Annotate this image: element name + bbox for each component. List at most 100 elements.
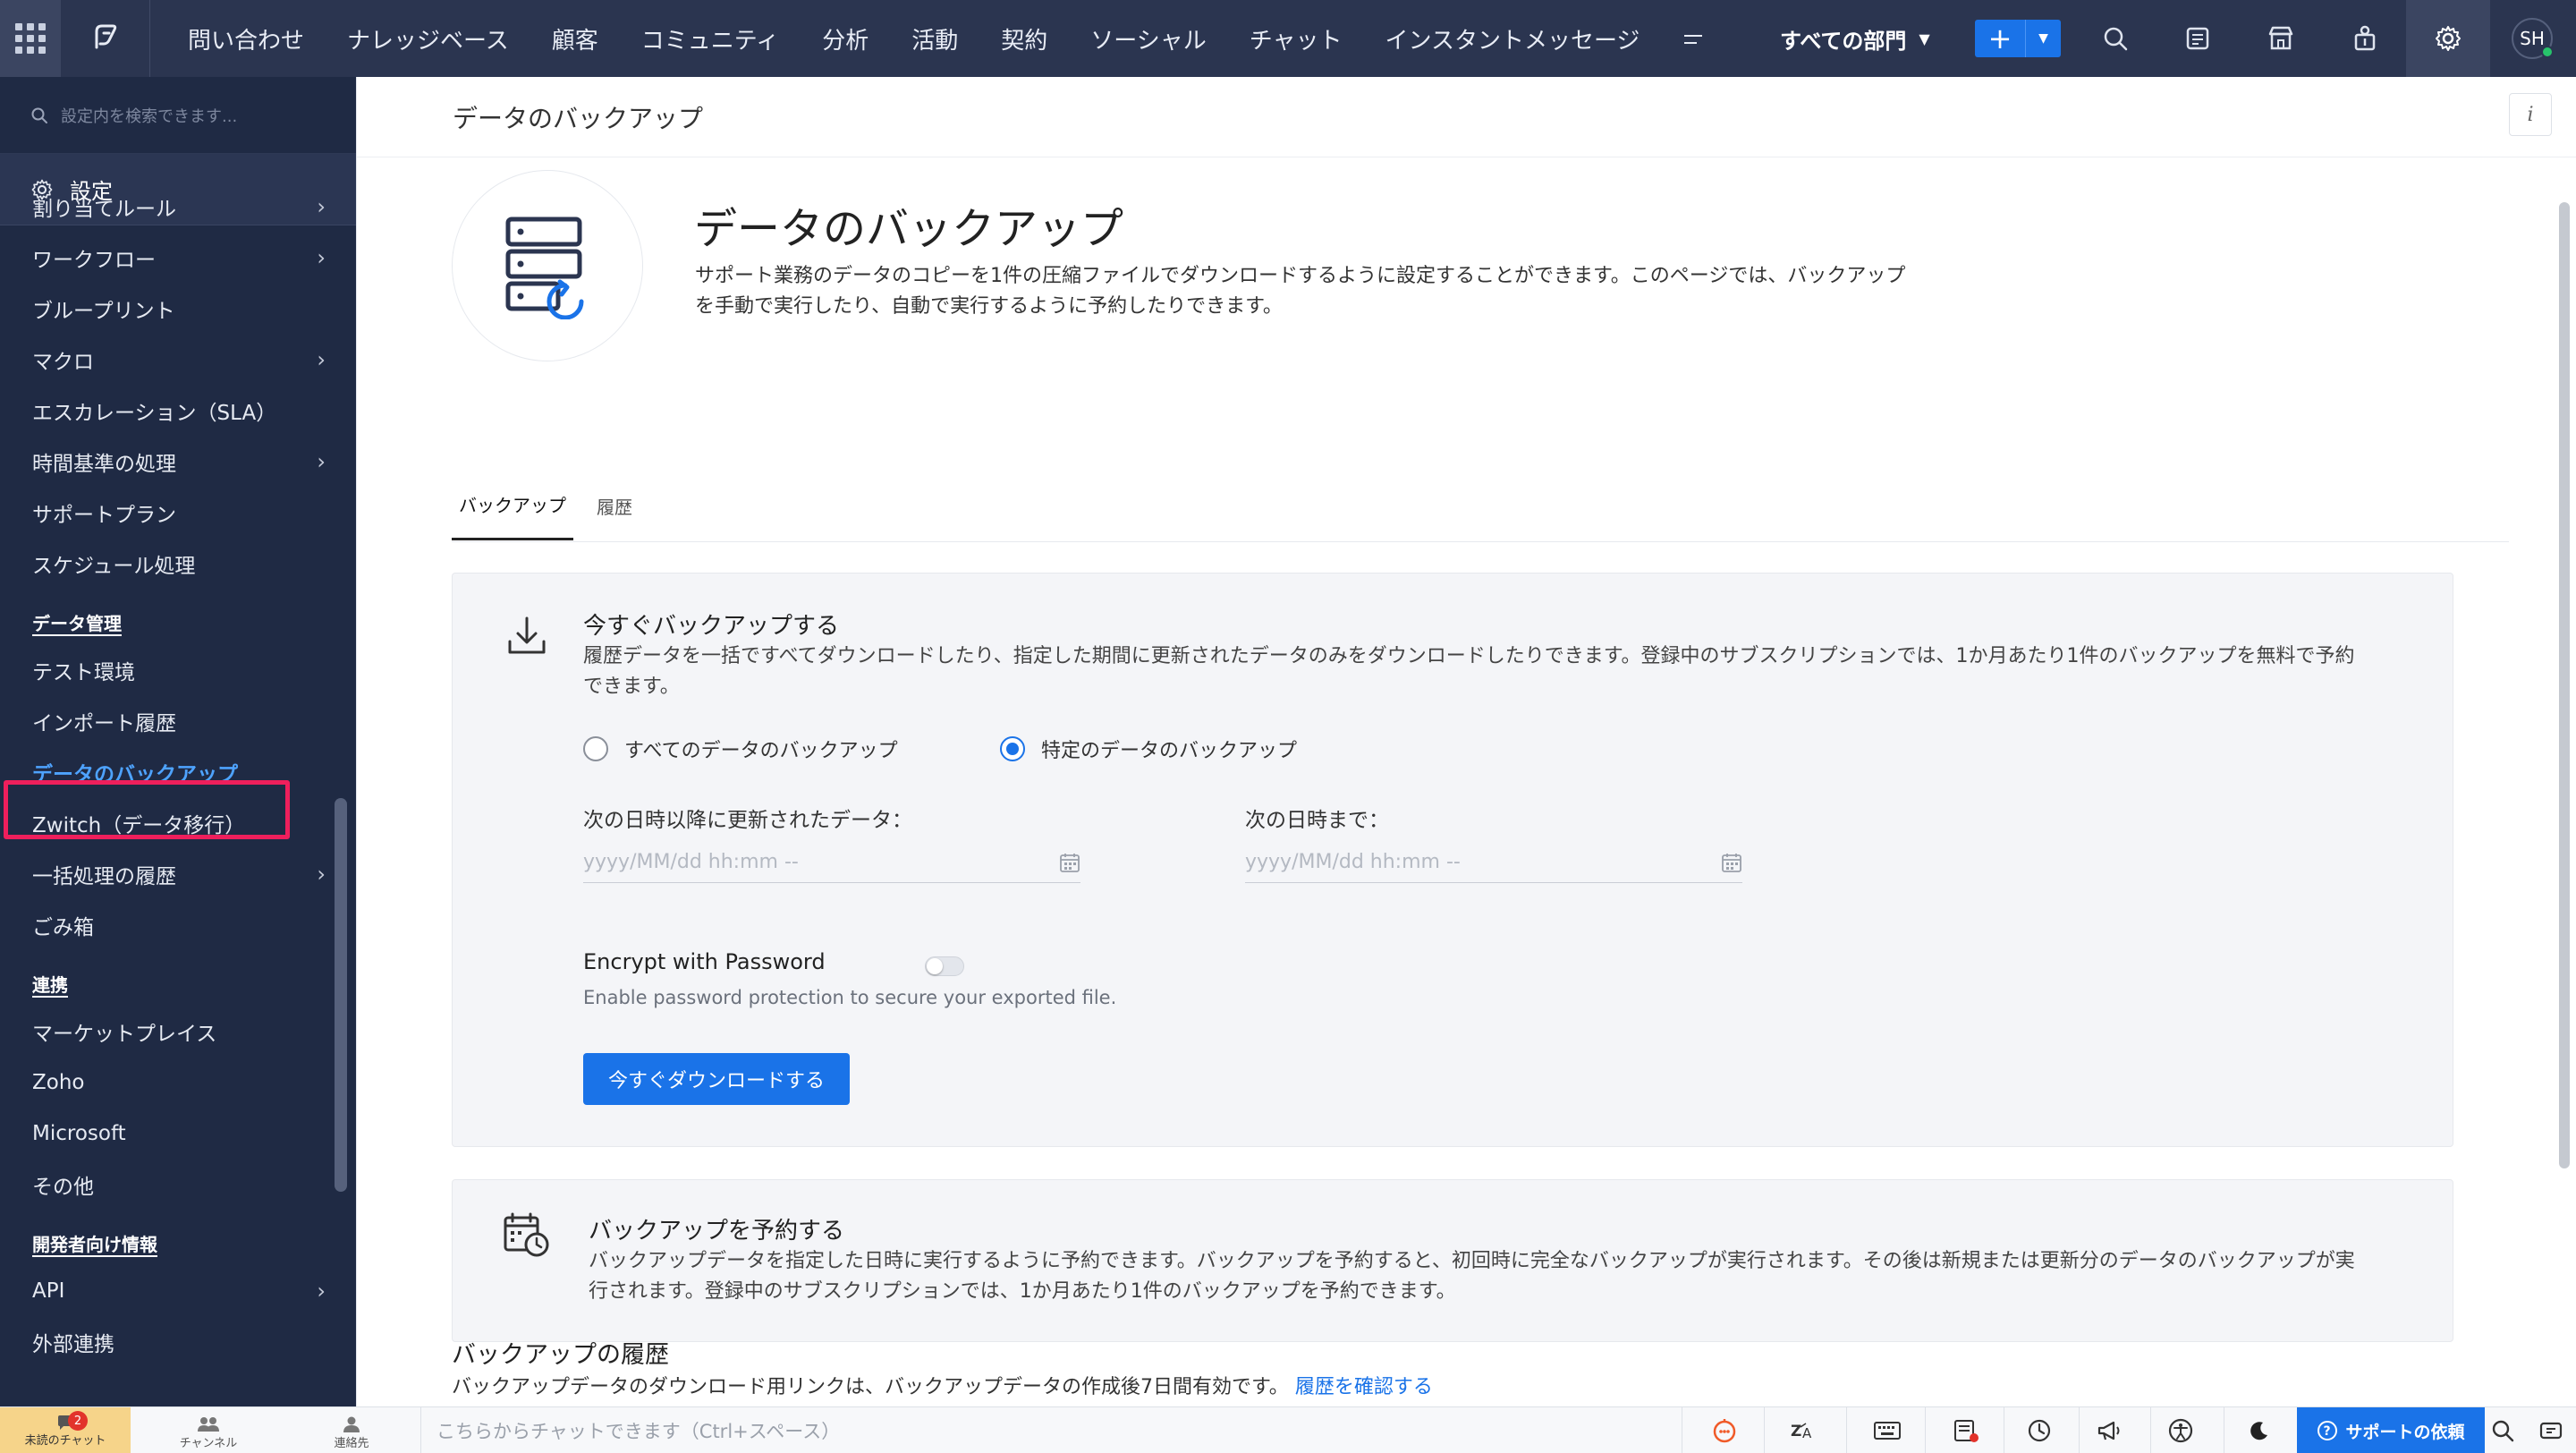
bot-icon[interactable]	[1698, 1407, 1751, 1453]
accessibility-icon[interactable]	[2154, 1407, 2207, 1453]
sidebar-item[interactable]: ブループリント	[0, 283, 356, 334]
main-nav: 問い合わせ ナレッジベース 顧客 コミュニティ 分析 活動 契約 ソーシャル チ…	[150, 0, 1725, 77]
more-menu-icon[interactable]	[1661, 25, 1725, 52]
app-launcher-button[interactable]	[0, 0, 61, 77]
translate-icon[interactable]: ZA	[1778, 1407, 1832, 1453]
sidebar-item-label: マクロ	[32, 350, 94, 374]
sidebar-item[interactable]: マクロ ›	[0, 334, 356, 385]
announcement-icon[interactable]	[2082, 1407, 2136, 1453]
encrypt-help-text: Enable password protection to secure you…	[583, 987, 1117, 1008]
nav-activities[interactable]: 活動	[890, 22, 979, 55]
radio-button[interactable]	[583, 736, 608, 761]
desk-logo-icon[interactable]	[61, 0, 150, 77]
backup-hero-icon	[452, 170, 643, 361]
contacts-tab[interactable]: 連絡先	[286, 1407, 417, 1453]
nav-chat[interactable]: チャット	[1228, 22, 1364, 55]
sidebar-item[interactable]: 外部連携	[0, 1316, 356, 1367]
chevron-down-icon[interactable]: ▼	[2025, 20, 2061, 57]
contacts-label: 連絡先	[334, 1437, 369, 1450]
sidebar-item[interactable]: スケジュール処理	[0, 538, 356, 589]
info-icon[interactable]: i	[2509, 93, 2552, 136]
notes-alert-icon[interactable]	[1939, 1407, 1993, 1453]
chevron-down-icon: ▼	[1919, 30, 1930, 47]
sidebar-item[interactable]: 割り当てルール ›	[0, 181, 356, 232]
radio-specific-data[interactable]: 特定のデータのバックアップ	[1000, 735, 1297, 763]
add-new-button[interactable]: + ▼	[1975, 20, 2061, 57]
setup-guide-icon[interactable]	[2323, 0, 2407, 77]
sidebar-item[interactable]: Microsoft	[0, 1108, 356, 1159]
nav-tickets[interactable]: 問い合わせ	[166, 22, 326, 55]
dark-mode-icon[interactable]	[2233, 1407, 2286, 1453]
from-date-field[interactable]: yyyy/MM/dd hh:mm --	[583, 842, 1080, 883]
sidebar-item-label: インポート履歴	[32, 711, 176, 735]
sidebar-item[interactable]: サポートプラン	[0, 487, 356, 538]
sidebar-item-label: エスカレーション（SLA）	[32, 401, 277, 425]
search-input[interactable]: 設定内を検索できます...	[61, 104, 237, 127]
encrypt-toggle[interactable]	[925, 956, 964, 976]
sidebar-item[interactable]: その他	[0, 1159, 356, 1210]
page-breadcrumb: データのバックアップ	[357, 77, 2576, 157]
search-icon[interactable]	[2476, 1407, 2529, 1453]
to-date-field[interactable]: yyyy/MM/dd hh:mm --	[1245, 842, 1742, 883]
chat-support-icon[interactable]	[2524, 1407, 2576, 1453]
download-now-button[interactable]: 今すぐダウンロードする	[583, 1053, 851, 1105]
nav-analytics[interactable]: 分析	[801, 22, 890, 55]
support-request-button[interactable]: ? サポートの依頼	[2297, 1407, 2485, 1453]
group-icon	[198, 1417, 219, 1432]
schedule-description: バックアップデータを指定した日時に実行するように予約できます。バックアップを予約…	[589, 1250, 2355, 1303]
settings-search[interactable]: 設定内を検索できます...	[0, 77, 356, 154]
sidebar-item-label: 一括処理の履歴	[32, 864, 176, 888]
marketplace-icon[interactable]	[2239, 0, 2323, 77]
nav-community[interactable]: コミュニティ	[620, 22, 801, 55]
clock-icon[interactable]	[2012, 1407, 2066, 1453]
sidebar-item[interactable]: ごみ箱	[0, 899, 356, 950]
view-history-link[interactable]: 履歴を確認する	[1295, 1376, 1433, 1398]
unread-count-badge: 2	[68, 1411, 88, 1431]
search-icon[interactable]	[2073, 0, 2157, 77]
unread-chats-tab[interactable]: 未読のチャット 2	[0, 1407, 131, 1453]
online-status-icon	[2541, 46, 2554, 58]
sidebar-item[interactable]: ワークフロー ›	[0, 232, 356, 283]
sidebar-scrollbar[interactable]	[335, 798, 347, 1192]
sidebar-item[interactable]: マーケットプレイス	[0, 1006, 356, 1057]
sidebar-item[interactable]: 時間基準の処理 ›	[0, 436, 356, 487]
sidebar-item[interactable]: API ›	[0, 1265, 356, 1316]
divider	[1846, 1407, 1847, 1453]
tab-backup[interactable]: バックアップ	[452, 471, 573, 540]
unread-chats-label: 未読のチャット	[24, 1433, 106, 1448]
download-icon	[506, 615, 547, 661]
backup-now-title: 今すぐバックアップする	[583, 613, 840, 640]
chat-input[interactable]: こちらからチャットできます（Ctrl+スペース）	[436, 1407, 840, 1453]
nav-contracts[interactable]: 契約	[979, 22, 1069, 55]
keyboard-icon[interactable]	[1860, 1407, 1914, 1453]
sidebar-item[interactable]: 一括処理の履歴 ›	[0, 848, 356, 899]
user-avatar[interactable]: SH	[2512, 18, 2554, 59]
nav-knowledge-base[interactable]: ナレッジベース	[326, 22, 530, 55]
radio-all-data[interactable]: すべてのデータのバックアップ	[583, 735, 898, 763]
notes-icon[interactable]	[2156, 0, 2240, 77]
plus-icon[interactable]: +	[1975, 20, 2025, 57]
sidebar-item[interactable]: テスト環境	[0, 644, 356, 695]
channels-tab[interactable]: チャンネル	[143, 1407, 274, 1453]
nav-customers[interactable]: 顧客	[530, 22, 620, 55]
from-date-placeholder: yyyy/MM/dd hh:mm --	[583, 851, 799, 873]
radio-button-selected[interactable]	[1000, 736, 1025, 761]
sidebar-item[interactable]: Zoho	[0, 1057, 356, 1108]
sidebar-item[interactable]: エスカレーション（SLA）	[0, 385, 356, 436]
calendar-icon[interactable]	[1721, 852, 1742, 873]
avatar-initials: SH	[2520, 28, 2545, 49]
divider	[2079, 1407, 2080, 1453]
sidebar-item-label: その他	[32, 1175, 94, 1199]
page-description: サポート業務のデータのコピーを1件の圧縮ファイルでダウンロードするように設定する…	[695, 265, 1906, 318]
gear-icon[interactable]	[2406, 0, 2490, 77]
department-selector[interactable]: すべての部門 ▼	[1780, 0, 1930, 77]
svg-text:?: ?	[2324, 1424, 2331, 1439]
main-scrollbar[interactable]	[2559, 202, 2570, 1168]
sidebar-items: 割り当てルール › ワークフロー › ブループリント マクロ › エスカレーション（SLA） 時…	[0, 181, 356, 1367]
nav-social[interactable]: ソーシャル	[1069, 22, 1227, 55]
nav-instant-messages[interactable]: インスタントメッセージ	[1363, 22, 1661, 55]
calendar-icon[interactable]	[1059, 852, 1080, 873]
top-bar: 問い合わせ ナレッジベース 顧客 コミュニティ 分析 活動 契約 ソーシャル チ…	[0, 0, 2576, 77]
tab-history[interactable]: 履歴	[597, 471, 632, 540]
sidebar-item[interactable]: インポート履歴	[0, 695, 356, 746]
